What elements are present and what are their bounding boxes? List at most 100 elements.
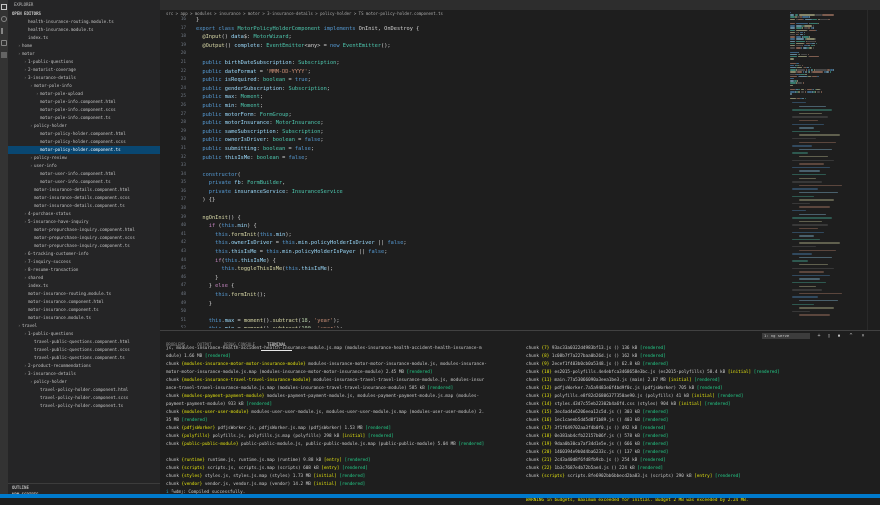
- code-line[interactable]: this.toggleThisIsMe(this.thisIsMe);: [196, 265, 786, 274]
- minimap[interactable]: [788, 10, 862, 330]
- tree-item[interactable]: ›2-product-recommendations: [8, 362, 160, 370]
- tree-item[interactable]: ›6-tracking-customer-info: [8, 250, 160, 258]
- code-line[interactable]: }: [196, 300, 786, 309]
- tree-item[interactable]: ›motor-pole-info: [8, 82, 160, 90]
- close-icon[interactable]: ×: [860, 333, 866, 339]
- code-line[interactable]: [196, 205, 786, 214]
- code-line[interactable]: public submitting: boolean = false;: [196, 145, 786, 154]
- open-editors-section[interactable]: OPEN EDITORS: [8, 10, 160, 18]
- tree-item[interactable]: travel-policy-holder.component.ts: [8, 402, 160, 410]
- code-line[interactable]: public motorForm: FormGroup;: [196, 111, 786, 120]
- terminal-select[interactable]: 1: ng serve: [762, 333, 810, 339]
- code-line[interactable]: @Output() complete: EventEmitter<any> = …: [196, 42, 786, 51]
- tree-item[interactable]: motor-insurance.component.ts: [8, 306, 160, 314]
- tree-item[interactable]: ›motor-pole-upload: [8, 90, 160, 98]
- tree-item[interactable]: motor-policy-holder.component.html: [8, 130, 160, 138]
- code-line[interactable]: ) {}: [196, 196, 786, 205]
- code-content[interactable]: } export class MotorPolicyHolderComponent…: [196, 16, 786, 328]
- debug-icon[interactable]: [1, 40, 7, 46]
- tree-item[interactable]: ›policy-holder: [8, 122, 160, 130]
- tree-item[interactable]: travel-policy-holder.component.html: [8, 386, 160, 394]
- tree-item[interactable]: ›5-insurance-have-inquiry: [8, 218, 160, 226]
- code-line[interactable]: public thisIsMe: boolean = false;: [196, 154, 786, 163]
- tree-item[interactable]: motor-insurance-details.component.ts: [8, 202, 160, 210]
- code-line[interactable]: this.max = moment().subtract(18, 'year')…: [196, 317, 786, 326]
- code-line[interactable]: public max: Moment;: [196, 93, 786, 102]
- add-terminal-icon[interactable]: +: [816, 333, 822, 339]
- tree-item[interactable]: travel-public-questions.component.ts: [8, 354, 160, 362]
- tree-item[interactable]: ›7-inquiry-success: [8, 258, 160, 266]
- tree-item[interactable]: index.ts: [8, 282, 160, 290]
- code-line[interactable]: } else {: [196, 282, 786, 291]
- terminal-left[interactable]: js, modules-insurance-health-accident-he…: [166, 345, 522, 497]
- tree-item[interactable]: motor-pole-info.component.ts: [8, 114, 160, 122]
- tree-item[interactable]: travel-policy-holder.component.scss: [8, 394, 160, 402]
- tree-item[interactable]: ›motor: [8, 50, 160, 58]
- tree-item[interactable]: health-insurance.module.ts: [8, 26, 160, 34]
- code-line[interactable]: public min: Moment;: [196, 102, 786, 111]
- tree-item[interactable]: motor-insurance-routing.module.ts: [8, 290, 160, 298]
- code-line[interactable]: private fb: FormBuilder,: [196, 179, 786, 188]
- extensions-icon[interactable]: [1, 52, 7, 58]
- tree-item[interactable]: motor-policy-holder.component.scss: [8, 138, 160, 146]
- tree-item[interactable]: health-insurance-routing.module.ts: [8, 18, 160, 26]
- tree-item[interactable]: motor-user-info.component.ts: [8, 178, 160, 186]
- tree-item[interactable]: travel-public-questions.component.html: [8, 338, 160, 346]
- code-line[interactable]: export class MotorPolicyHolderComponent …: [196, 25, 786, 34]
- code-line[interactable]: @Input() data$: MotorWizard;: [196, 33, 786, 42]
- tree-item[interactable]: travel-public-questions.component.scss: [8, 346, 160, 354]
- tree-item[interactable]: ›policy-review: [8, 154, 160, 162]
- code-line[interactable]: [196, 50, 786, 59]
- tree-item[interactable]: ›8-resume-transaction: [8, 266, 160, 274]
- code-editor[interactable]: 16 17 18 19 20 21 22 23 24 25 26 27 28 29 30 31 32 33 34 35…: [160, 16, 786, 328]
- tree-item[interactable]: ›user-info: [8, 162, 160, 170]
- code-line[interactable]: this.ownerIsDriver = this.min.policyHold…: [196, 239, 786, 248]
- split-terminal-icon[interactable]: ▯: [826, 333, 832, 339]
- search-icon[interactable]: [1, 16, 7, 22]
- tree-item[interactable]: motor-prepurchase-inquiry.component.html: [8, 226, 160, 234]
- tree-item[interactable]: motor-pole-info.component.scss: [8, 106, 160, 114]
- explorer-icon[interactable]: [1, 4, 7, 10]
- tree-item[interactable]: motor-policy-holder.component.ts: [8, 146, 160, 154]
- code-line[interactable]: public isRequired: boolean = true;: [196, 76, 786, 85]
- code-line[interactable]: }: [196, 16, 786, 25]
- tree-item[interactable]: motor-insurance-details.component.html: [8, 186, 160, 194]
- tree-item[interactable]: motor-prepurchase-inquiry.component.ts: [8, 242, 160, 250]
- code-line[interactable]: constructor(: [196, 171, 786, 180]
- trash-icon[interactable]: ▪: [836, 333, 842, 339]
- source-control-icon[interactable]: [1, 28, 7, 34]
- tree-item[interactable]: ›shared: [8, 274, 160, 282]
- tree-item[interactable]: ›3-insurance-details: [8, 74, 160, 82]
- code-line[interactable]: public birthDateSubscription: Subscripti…: [196, 59, 786, 68]
- code-line[interactable]: if(this.thisIsMe) {: [196, 257, 786, 266]
- code-line[interactable]: [196, 162, 786, 171]
- outline-header[interactable]: OUTLINE: [8, 484, 160, 491]
- tree-item[interactable]: ›1-public-questions: [8, 330, 160, 338]
- code-line[interactable]: this.min = moment().subtract(100, 'year'…: [196, 325, 786, 328]
- code-line[interactable]: public genderSubscription: Subscription;: [196, 85, 786, 94]
- code-line[interactable]: if (this.min) {: [196, 222, 786, 231]
- tree-item[interactable]: motor-insurance.component.html: [8, 298, 160, 306]
- tree-item[interactable]: ›4-purchase-status: [8, 210, 160, 218]
- tree-item[interactable]: ›home: [8, 42, 160, 50]
- code-line[interactable]: public motorInsurance: MotorInsurance;: [196, 119, 786, 128]
- tree-item[interactable]: index.ts: [8, 34, 160, 42]
- chevron-up-icon[interactable]: ^: [848, 333, 854, 339]
- editor-scrollbar[interactable]: [867, 10, 880, 330]
- code-line[interactable]: ngOnInit() {: [196, 214, 786, 223]
- code-line[interactable]: public ownerIsDriver: boolean = false;: [196, 136, 786, 145]
- code-line[interactable]: this.formInit(this.min);: [196, 231, 786, 240]
- terminal-right[interactable]: chunk {7} 93ac33a0322d4983bf13.js () 136…: [526, 345, 826, 505]
- tree-item[interactable]: ›3-insurance-details: [8, 370, 160, 378]
- code-line[interactable]: this.thisIsMe = this.min.policyHolderIsP…: [196, 248, 786, 257]
- code-line[interactable]: this.formInit();: [196, 291, 786, 300]
- code-line[interactable]: }: [196, 274, 786, 283]
- tree-item[interactable]: motor-pole-info.component.html: [8, 98, 160, 106]
- code-line[interactable]: public sameSubscription: Subscription;: [196, 128, 786, 137]
- tree-item[interactable]: motor-insurance-details.component.scss: [8, 194, 160, 202]
- tree-item[interactable]: ›travel: [8, 322, 160, 330]
- code-line[interactable]: public dateFormat = 'MMM-DD-YYYY';: [196, 68, 786, 77]
- tree-item[interactable]: ›policy-holder: [8, 378, 160, 386]
- tree-item[interactable]: motor-user-info.component.html: [8, 170, 160, 178]
- code-line[interactable]: private insuranceService: InsuranceServi…: [196, 188, 786, 197]
